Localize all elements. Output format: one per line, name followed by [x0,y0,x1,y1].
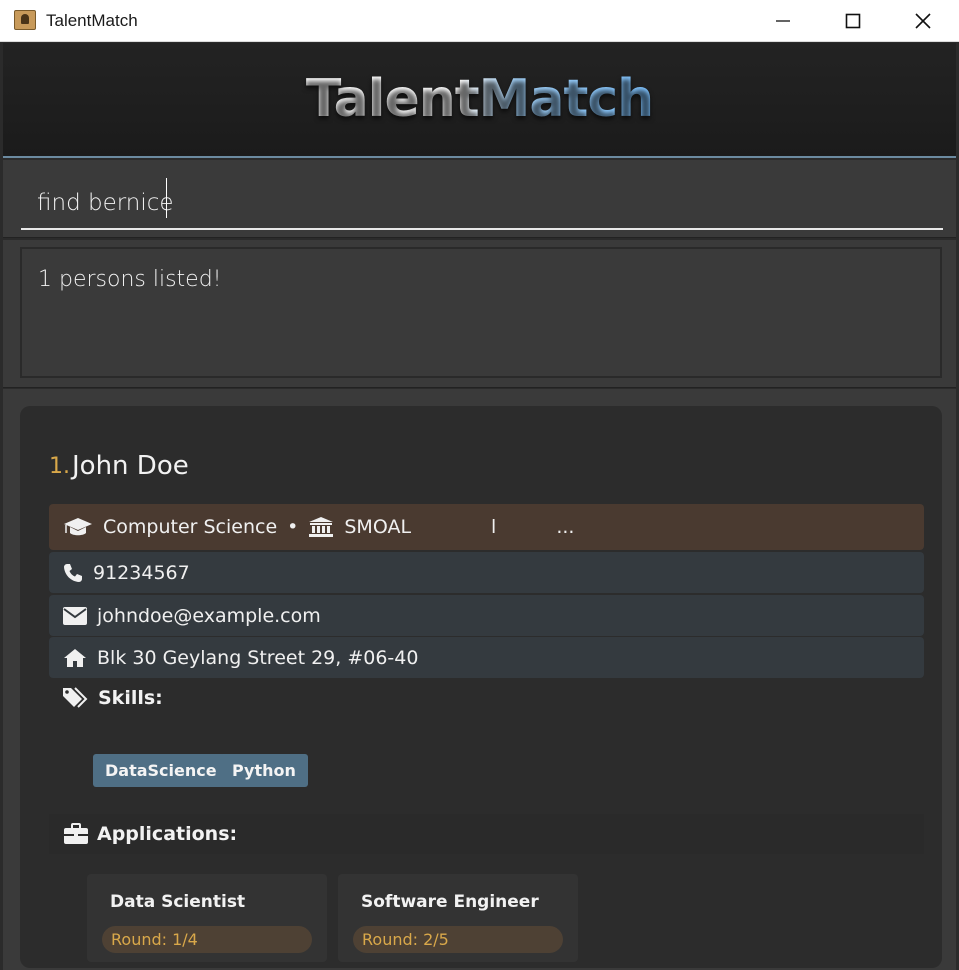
phone-icon [63,563,83,583]
graduation-cap-icon [63,516,93,538]
application-title: Data Scientist [110,892,246,912]
phone-text: 91234567 [93,561,190,584]
applications-header: Applications: [49,814,924,854]
application-card[interactable]: Software Engineer Round: 2/5 [338,874,578,962]
command-input[interactable] [21,178,943,230]
maximize-button[interactable] [830,0,876,42]
university-icon [308,516,334,538]
skill-tag: Python [220,754,308,787]
app-title: TalentMatch [305,69,654,129]
close-icon [915,13,931,29]
person-index: 1. [49,454,70,479]
person-list[interactable]: 1. John Doe Computer Science • SMOAL l .… [3,389,956,970]
home-icon [63,648,87,668]
minimize-button[interactable] [760,0,806,42]
app-icon [14,10,36,30]
application-title: Software Engineer [361,892,539,912]
window-title: TalentMatch [46,11,138,30]
application-round-badge: Round: 2/5 [353,926,563,953]
minimize-icon [776,20,790,22]
envelope-icon [63,606,87,625]
skills-label: Skills: [98,687,163,709]
email-text: johndoe@example.com [97,604,321,627]
result-message: 1 persons listed! [38,267,222,292]
close-button[interactable] [900,0,946,42]
address-text: Blk 30 Geylang Street 29, #06-40 [97,646,419,669]
app-header: TalentMatch [3,43,956,158]
application-round-badge: Round: 1/4 [102,926,312,953]
person-name: John Doe [72,451,189,481]
education-separator: • [287,516,299,538]
email-row: johndoe@example.com [49,595,924,636]
text-caret [166,178,167,218]
tags-icon [62,686,90,710]
education-extra-b: ... [556,516,575,538]
university-text: SMOAL [344,516,412,538]
command-box [3,160,956,238]
skills-header: Skills: [62,686,163,710]
maximize-icon [845,13,861,29]
education-text: Computer Science [103,516,278,538]
result-display: 1 persons listed! [20,247,942,378]
applications-label: Applications: [97,823,238,845]
briefcase-icon [63,823,89,845]
phone-row: 91234567 [49,552,924,593]
application-card[interactable]: Data Scientist Round: 1/4 [87,874,327,962]
skill-tag: DataScience [93,754,229,787]
address-row: Blk 30 Geylang Street 29, #06-40 [49,637,924,678]
education-extra-a: l [491,516,497,538]
person-card[interactable]: 1. John Doe Computer Science • SMOAL l .… [20,406,942,968]
window-titlebar: TalentMatch [0,0,959,42]
result-display-area: 1 persons listed! [3,240,956,388]
education-row: Computer Science • SMOAL l ... [49,504,924,550]
